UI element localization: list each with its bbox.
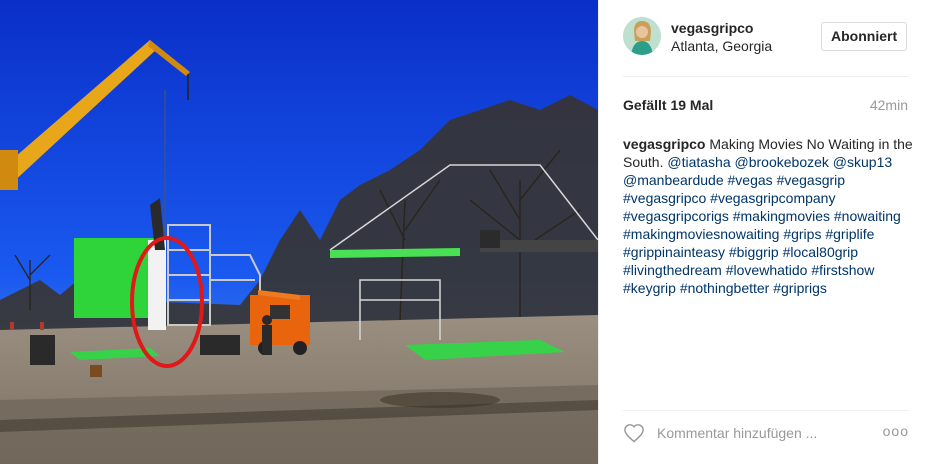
post-details-panel: vegasgripco Atlanta, Georgia Abonniert G…	[598, 0, 932, 464]
caption-hashtag[interactable]: #makingmoviesnowaiting	[623, 226, 779, 242]
caption-username[interactable]: vegasgripco	[623, 136, 705, 152]
caption-mention[interactable]: @manbeardude	[623, 172, 724, 188]
likes-count[interactable]: Gefällt 19 Mal	[623, 97, 713, 113]
caption-hashtag[interactable]: #griplife	[825, 226, 874, 242]
post-time[interactable]: 42min	[870, 97, 908, 113]
post-username[interactable]: vegasgripco	[671, 20, 753, 36]
film-set-image	[0, 0, 598, 464]
caption-hashtag[interactable]: #makingmovies	[733, 208, 830, 224]
caption-mention[interactable]: @skup13	[833, 154, 892, 170]
caption-hashtag[interactable]: #vegasgripcorigs	[623, 208, 729, 224]
avatar-image	[623, 17, 661, 55]
caption-hashtag[interactable]: #griprigs	[773, 280, 827, 296]
comment-input[interactable]	[657, 423, 857, 443]
avatar[interactable]	[623, 17, 661, 55]
caption-mention[interactable]: @tiatasha	[667, 154, 730, 170]
caption-hashtag[interactable]: #biggrip	[729, 244, 779, 260]
caption-hashtag[interactable]: #livingthedream	[623, 262, 722, 278]
post-location[interactable]: Atlanta, Georgia	[671, 38, 772, 54]
caption-hashtag[interactable]: #vegasgripcompany	[710, 190, 835, 206]
more-options-icon[interactable]: ooo	[883, 423, 909, 439]
caption-hashtag[interactable]: #lovewhatido	[726, 262, 808, 278]
caption-hashtag[interactable]: #nowaiting	[834, 208, 901, 224]
post-photo[interactable]	[0, 0, 598, 464]
post-header: vegasgripco Atlanta, Georgia Abonniert	[599, 0, 932, 76]
caption-hashtag[interactable]: #local80grip	[783, 244, 859, 260]
caption-hashtag[interactable]: #nothingbetter	[680, 280, 770, 296]
header-divider	[623, 76, 909, 77]
caption-hashtag[interactable]: #vegasgrip	[777, 172, 846, 188]
post-caption: vegasgripco Making Movies No Waiting in …	[623, 135, 913, 297]
caption-hashtag[interactable]: #grips	[783, 226, 821, 242]
comment-bar: ooo	[623, 410, 909, 454]
caption-hashtag[interactable]: #keygrip	[623, 280, 676, 296]
caption-hashtag[interactable]: #vegas	[728, 172, 773, 188]
heart-icon[interactable]	[623, 423, 645, 443]
caption-mention[interactable]: @brookebozek	[735, 154, 829, 170]
caption-hashtag[interactable]: #firstshow	[811, 262, 874, 278]
caption-hashtag[interactable]: #grippinainteasy	[623, 244, 725, 260]
caption-hashtag[interactable]: #vegasgripco	[623, 190, 706, 206]
following-button[interactable]: Abonniert	[821, 22, 908, 51]
